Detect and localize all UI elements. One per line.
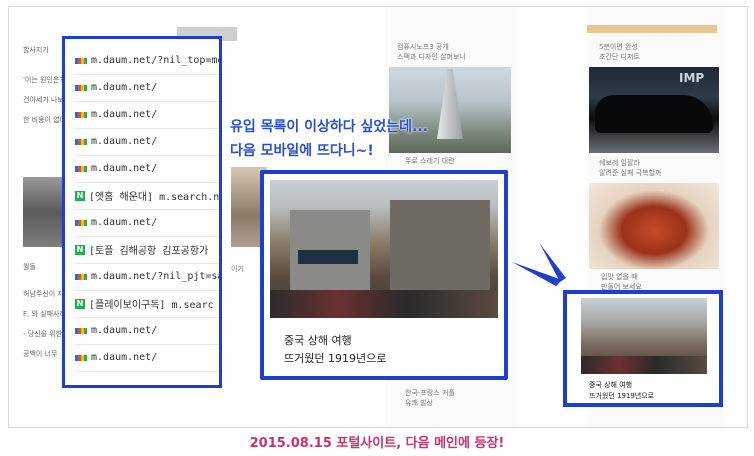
bg-snippet: 공백이 너무	[23, 350, 58, 358]
naver-icon: N	[75, 298, 85, 309]
bg-snippet: 할사지가	[23, 46, 49, 54]
url-text: m.daum.net/	[91, 163, 158, 174]
url-list-item[interactable]: N [엣홈 해운대] m.search.na	[75, 182, 222, 210]
url-text: m.daum.net/	[91, 136, 158, 147]
url-list-item[interactable]: m.daum.net/	[75, 101, 219, 129]
url-list-item[interactable]: N [플레이보이구독] m.searc	[75, 290, 219, 318]
featured-photo-street	[270, 180, 498, 318]
url-text: m.daum.net/?nil_pjt=sam	[91, 271, 222, 282]
bg-snippet: - 당신을 위한	[23, 330, 63, 338]
small-photo-street	[581, 298, 707, 374]
small-title-line-2: 뜨거웠던 1919년으로	[589, 392, 655, 400]
url-text: m.daum.net/	[91, 217, 158, 228]
url-list-item[interactable]: m.daum.net/	[75, 128, 219, 156]
bg-snippet: 한 비용이 없어	[23, 116, 67, 124]
bg-snippet: 컴퓨시노프3 공개	[397, 43, 449, 51]
daum-icon	[75, 354, 87, 361]
bg-photo-car-body	[595, 95, 713, 133]
daum-icon	[75, 57, 87, 64]
daum-icon	[75, 84, 87, 91]
url-list-item[interactable]: m.daum.net/?nil_top=mob	[75, 47, 222, 75]
bg-snippet: 스팩과 디자인 살펴보니	[397, 53, 466, 61]
url-list-item[interactable]: m.daum.net/?nil_pjt=sam	[75, 263, 222, 291]
small-photo-crowd	[581, 356, 707, 374]
bg-snippet: 5분이면 완성	[599, 43, 638, 51]
url-list-item[interactable]: m.daum.net/	[75, 209, 219, 237]
daum-icon	[75, 138, 87, 145]
featured-photo-building	[390, 200, 490, 300]
bg-snippet: 유쾌 발상	[405, 399, 433, 407]
car-logo-text: IMP	[679, 71, 705, 85]
bg-snippet: F, 와 실패사례	[23, 310, 66, 318]
bg-snippet: 한국-프랑스 커플	[405, 389, 455, 397]
annotation-line-1: 유입 목록이 이상하다 싶었는데...	[230, 119, 429, 135]
daum-icon	[75, 327, 87, 334]
url-text: [토플 김해공항 김포공항가	[89, 246, 209, 257]
featured-photo-crowd	[270, 290, 498, 318]
bg-snippet: 입맛 없을 때	[601, 273, 638, 281]
url-text: m.daum.net/?nil_top=mob	[91, 55, 222, 66]
url-list-item[interactable]: m.daum.net/	[75, 155, 219, 183]
bg-photo-food-top	[587, 25, 717, 33]
annotation-line-2: 다음 모바일에 뜨다니~!	[230, 143, 374, 159]
url-list-item[interactable]: m.daum.net/	[75, 74, 219, 102]
featured-title-line-1: 중국 상해 여행	[284, 334, 352, 347]
featured-photo-sign	[298, 250, 358, 264]
featured-title-line-2: 뜨거웠던 1919년으로	[284, 352, 387, 365]
bg-snippet: 이기	[231, 265, 244, 273]
featured-article-card[interactable]: 중국 상해 여행 뜨거웠던 1919년으로	[260, 170, 508, 380]
daum-icon	[75, 111, 87, 118]
url-text: m.daum.net/	[91, 82, 158, 93]
bg-photo-food	[589, 183, 719, 269]
url-text: [플레이보이구독] m.searc	[89, 300, 214, 311]
bg-snippet: 알려준 실패 극복할까	[599, 169, 662, 177]
daum-icon	[75, 219, 87, 226]
daum-icon	[75, 273, 87, 280]
url-text: m.daum.net/	[91, 352, 158, 363]
url-list-item[interactable]: N [토플 김해공항 김포공항가	[75, 236, 219, 264]
url-list-item[interactable]: m.daum.net/	[75, 344, 219, 372]
bg-snippet: 뚜로 스레기 대란	[405, 157, 455, 165]
bg-snippet: 허남주신이 자	[23, 290, 64, 298]
url-text: m.daum.net/	[91, 109, 158, 120]
naver-icon: N	[75, 190, 85, 201]
pointer-burst-icon	[512, 244, 566, 286]
url-text: m.daum.net/	[91, 325, 158, 336]
url-list-item[interactable]: m.daum.net/	[75, 317, 219, 345]
small-title-line-1: 중국 상해 여행	[589, 381, 633, 389]
daum-icon	[75, 165, 87, 172]
inflow-url-list: m.daum.net/?nil_top=mob m.daum.net/m.daum…	[62, 36, 222, 388]
bg-snippet: 초간단 디저트	[599, 53, 640, 61]
bg-snippet: 월돌	[23, 263, 36, 271]
daum-main-article-card[interactable]: 중국 상해 여행 뜨거웠던 1919년으로	[563, 290, 723, 407]
url-text: [엣홈 해운대] m.search.na	[89, 192, 222, 203]
bg-snippet: '이는 원인은?	[23, 76, 64, 84]
footer-caption: 2015.08.15 포털사이트, 다음 메인에 등장!	[249, 436, 505, 451]
bg-snippet: 쉐보레 임팔라	[599, 159, 640, 167]
naver-icon: N	[75, 244, 85, 255]
bg-snippet: 건아세가 나보	[23, 96, 64, 104]
